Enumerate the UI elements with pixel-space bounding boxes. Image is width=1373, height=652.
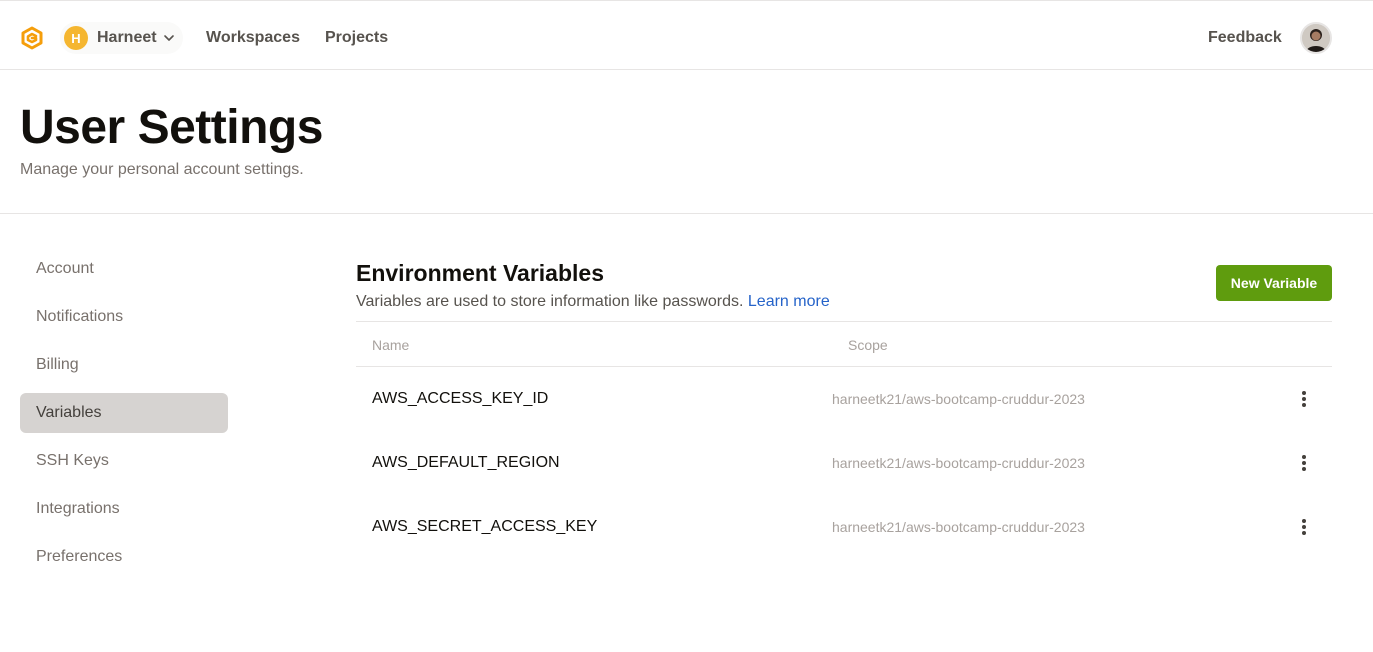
section-description: Variables are used to store information … [356, 293, 830, 311]
variable-scope: harneetk21/aws-bootcamp-cruddur-2023 [832, 519, 1085, 535]
settings-sidebar: Account Notifications Billing Variables … [20, 249, 228, 585]
sidebar-item-preferences[interactable]: Preferences [20, 537, 228, 577]
user-avatar-icon[interactable] [1300, 22, 1332, 54]
sidebar-item-billing[interactable]: Billing [20, 345, 228, 385]
sidebar-item-account[interactable]: Account [20, 249, 228, 289]
column-header-name: Name [372, 337, 410, 353]
sidebar-item-notifications[interactable]: Notifications [20, 297, 228, 337]
nav-workspaces-link[interactable]: Workspaces [206, 29, 300, 47]
variables-table: Name Scope AWS_ACCESS_KEY_ID harneetk21/… [356, 321, 1332, 559]
gitpod-logo-icon[interactable] [20, 26, 44, 50]
org-name: Harneet [97, 29, 157, 46]
table-row: AWS_SECRET_ACCESS_KEY harneetk21/aws-boo… [356, 495, 1332, 559]
sidebar-item-ssh-keys[interactable]: SSH Keys [20, 441, 228, 481]
page-subtitle: Manage your personal account settings. [20, 161, 304, 178]
variable-name: AWS_SECRET_ACCESS_KEY [372, 518, 598, 535]
column-header-scope: Scope [848, 337, 888, 353]
variable-scope: harneetk21/aws-bootcamp-cruddur-2023 [832, 455, 1085, 471]
table-header: Name Scope [356, 322, 1332, 367]
nav-projects-link[interactable]: Projects [325, 29, 388, 47]
variable-scope: harneetk21/aws-bootcamp-cruddur-2023 [832, 391, 1085, 407]
chevron-down-icon [163, 35, 174, 41]
more-vertical-icon[interactable] [1294, 453, 1314, 473]
page-title: User Settings [20, 101, 323, 154]
org-avatar: H [64, 26, 88, 50]
sidebar-item-integrations[interactable]: Integrations [20, 489, 228, 529]
section-description-text: Variables are used to store information … [356, 293, 744, 310]
feedback-link[interactable]: Feedback [1208, 29, 1282, 47]
variable-name: AWS_DEFAULT_REGION [372, 454, 560, 471]
section-title: Environment Variables [356, 260, 604, 286]
table-row: AWS_ACCESS_KEY_ID harneetk21/aws-bootcam… [356, 367, 1332, 431]
top-navigation-bar: H Harneet Workspaces Projects Feedback [0, 0, 1373, 70]
learn-more-link[interactable]: Learn more [748, 293, 830, 310]
variable-name: AWS_ACCESS_KEY_ID [372, 390, 549, 407]
table-row: AWS_DEFAULT_REGION harneetk21/aws-bootca… [356, 431, 1332, 495]
sidebar-item-variables[interactable]: Variables [20, 393, 228, 433]
more-vertical-icon[interactable] [1294, 517, 1314, 537]
organization-switcher[interactable]: H Harneet [60, 22, 183, 54]
more-vertical-icon[interactable] [1294, 389, 1314, 409]
user-photo [1302, 24, 1330, 52]
new-variable-button[interactable]: New Variable [1216, 265, 1332, 301]
page-header: User Settings Manage your personal accou… [0, 70, 1373, 214]
